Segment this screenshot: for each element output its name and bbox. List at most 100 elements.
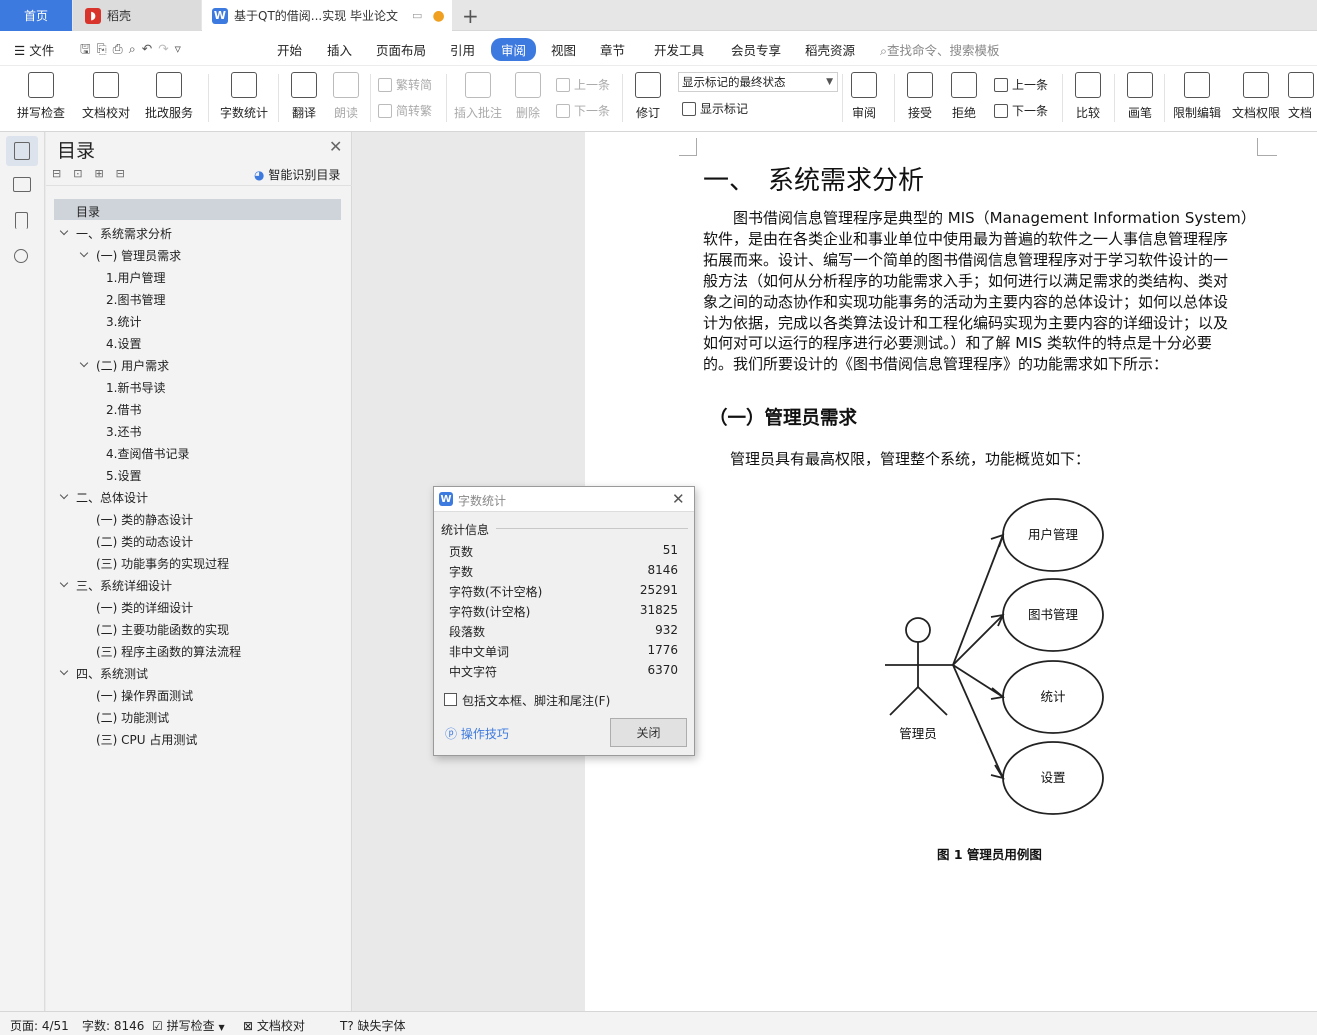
tab-home[interactable]: 首页 <box>0 0 72 31</box>
collapse-all-icon[interactable]: ⊟ <box>52 167 73 180</box>
spell-check-button[interactable]: 拼写检查 <box>12 66 70 121</box>
missing-font-status[interactable]: T? 缺失字体 <box>340 1017 406 1034</box>
new-tab-button[interactable]: + <box>462 0 479 31</box>
menu-developer[interactable]: 开发工具 <box>654 40 704 59</box>
toc-item[interactable]: (三) CPU 占用测试 <box>96 731 197 748</box>
doc-proof-status[interactable]: ⊠ 文档校对 <box>243 1017 305 1034</box>
toc-item[interactable]: 1.用户管理 <box>106 269 165 286</box>
chevron-down-icon[interactable] <box>60 227 70 237</box>
save-icon[interactable]: 🖫 <box>80 41 97 56</box>
toc-item[interactable]: 2.图书管理 <box>106 291 165 308</box>
restrict-edit-button[interactable]: 限制编辑 <box>1170 66 1224 121</box>
toc-item[interactable]: 四、系统测试 <box>60 665 148 682</box>
print-preview-icon[interactable]: ⌕ <box>129 41 142 56</box>
reject-button[interactable]: 拒绝 <box>946 66 982 121</box>
toc-item[interactable]: 二、总体设计 <box>60 489 148 506</box>
tips-link[interactable]: ⓟ 操作技巧 <box>445 725 509 742</box>
menu-chapter[interactable]: 章节 <box>600 40 625 59</box>
doc-proof-button[interactable]: 文档校对 <box>80 66 132 121</box>
next-change-button[interactable]: 下一条 <box>994 102 1048 119</box>
include-textbox-checkbox[interactable] <box>444 693 457 706</box>
menu-insert[interactable]: 插入 <box>327 40 352 59</box>
bookmark-icon[interactable] <box>15 212 28 229</box>
prev-change-label: 上一条 <box>1012 78 1049 92</box>
toc-item[interactable]: 3.还书 <box>106 423 141 440</box>
toc-item[interactable]: 4.设置 <box>106 335 141 352</box>
close-dialog-button[interactable]: 关闭 <box>610 718 687 747</box>
doc-permission-button[interactable]: 文档权限 <box>1230 66 1282 121</box>
file-menu[interactable]: ☰ 文件 <box>14 40 54 59</box>
toc-icon[interactable] <box>14 142 30 160</box>
export-pdf-icon[interactable]: ⎘ <box>97 41 113 56</box>
tab-document[interactable]: W 基于QT的借阅...实现 毕业论文 ▭ ● <box>202 0 452 31</box>
menu-reference[interactable]: 引用 <box>450 40 475 59</box>
toc-item[interactable]: 5.设置 <box>106 467 141 484</box>
undo-icon[interactable]: ↶ <box>142 41 158 56</box>
simp-to-trad-button[interactable]: 简转繁 <box>378 102 432 119</box>
toc-item[interactable]: (三) 程序主函数的算法流程 <box>96 643 241 660</box>
doc-more-button[interactable]: 文档 <box>1288 66 1317 121</box>
show-markup-button[interactable]: 显示标记 <box>682 100 748 117</box>
toc-item[interactable]: (一) 操作界面测试 <box>96 687 193 704</box>
word-count-indicator[interactable]: 字数: 8146 <box>82 1017 144 1034</box>
pen-button[interactable]: 画笔 <box>1122 66 1158 121</box>
tab-daoke[interactable]: ◗ 稻壳 <box>73 0 201 31</box>
chevron-down-icon[interactable] <box>60 667 70 677</box>
markup-mode-select[interactable]: 显示标记的最终状态 ▼ <box>678 72 838 92</box>
review-pane-button[interactable]: 审阅 <box>846 66 882 121</box>
toc-item[interactable]: 一、系统需求分析 <box>60 225 172 242</box>
print-icon[interactable]: ⎙ <box>113 41 129 56</box>
remove-icon[interactable]: ⊟ <box>116 167 137 180</box>
toc-item[interactable]: 4.查阅借书记录 <box>106 445 189 462</box>
chapter-icon[interactable] <box>13 177 31 192</box>
command-search[interactable]: ⌕查找命令、搜索模板 <box>880 40 1000 59</box>
compare-button[interactable]: 比较 <box>1070 66 1106 121</box>
add-icon[interactable]: ⊞ <box>94 167 115 180</box>
more-icon[interactable]: ▿ <box>175 41 187 56</box>
prev-change-button[interactable]: 上一条 <box>994 76 1048 93</box>
toc-item[interactable]: (一) 类的静态设计 <box>96 511 193 528</box>
chevron-down-icon[interactable] <box>60 579 70 589</box>
smart-toc-button[interactable]: ◕ 智能识别目录 <box>254 166 340 183</box>
spell-check-status[interactable]: ☑ 拼写检查 ▼ <box>152 1017 225 1034</box>
toc-item[interactable]: (二) 功能测试 <box>96 709 169 726</box>
menu-daoke-resource[interactable]: 稻壳资源 <box>805 40 855 59</box>
toc-item[interactable]: 2.借书 <box>106 401 141 418</box>
find-icon[interactable] <box>14 249 28 263</box>
page-indicator[interactable]: 页面: 4/51 <box>10 1017 69 1034</box>
word-count-button[interactable]: 字数统计 <box>218 66 270 121</box>
toc-item[interactable]: 3.统计 <box>106 313 141 330</box>
menu-vip[interactable]: 会员专享 <box>731 40 781 59</box>
review-service-button[interactable]: 批改服务 <box>140 66 198 121</box>
prev-comment-button[interactable]: 上一条 <box>556 76 610 93</box>
quick-access-toolbar[interactable]: 🖫⎘⎙⌕↶↷▿ <box>80 40 187 61</box>
menu-review[interactable]: 审阅 <box>491 38 537 61</box>
close-icon[interactable]: ✕ <box>329 137 342 156</box>
menu-view[interactable]: 视图 <box>551 40 576 59</box>
toc-item[interactable]: (一) 类的详细设计 <box>96 599 193 616</box>
toc-item[interactable]: 三、系统详细设计 <box>60 577 172 594</box>
tab-monitor-icon[interactable]: ▭ <box>412 9 422 22</box>
toc-item[interactable]: (二) 用户需求 <box>80 357 169 374</box>
toc-item[interactable]: (三) 功能事务的实现过程 <box>96 555 229 572</box>
insert-comment-button[interactable]: 插入批注 <box>452 66 504 121</box>
trad-to-simp-button[interactable]: 繁转简 <box>378 76 432 93</box>
toc-item[interactable]: (二) 类的动态设计 <box>96 533 193 550</box>
close-icon[interactable]: ✕ <box>672 490 685 508</box>
chevron-down-icon[interactable] <box>80 359 90 369</box>
menu-page-layout[interactable]: 页面布局 <box>376 40 426 59</box>
track-changes-button[interactable]: 修订 <box>630 66 666 121</box>
redo-icon[interactable]: ↷ <box>158 41 174 56</box>
toc-item[interactable]: (一) 管理员需求 <box>80 247 181 264</box>
expand-up-icon[interactable]: ⊡ <box>73 167 94 180</box>
toc-item[interactable]: (二) 主要功能函数的实现 <box>96 621 229 638</box>
delete-comment-button[interactable]: 删除 <box>510 66 546 121</box>
menu-start[interactable]: 开始 <box>277 40 302 59</box>
next-comment-button[interactable]: 下一条 <box>556 102 610 119</box>
translate-button[interactable]: 翻译 <box>286 66 322 121</box>
chevron-down-icon[interactable] <box>80 249 90 259</box>
chevron-down-icon[interactable] <box>60 491 70 501</box>
toc-item[interactable]: 1.新书导读 <box>106 379 165 396</box>
accept-button[interactable]: 接受 <box>902 66 938 121</box>
read-aloud-button[interactable]: 朗读 <box>328 66 364 121</box>
